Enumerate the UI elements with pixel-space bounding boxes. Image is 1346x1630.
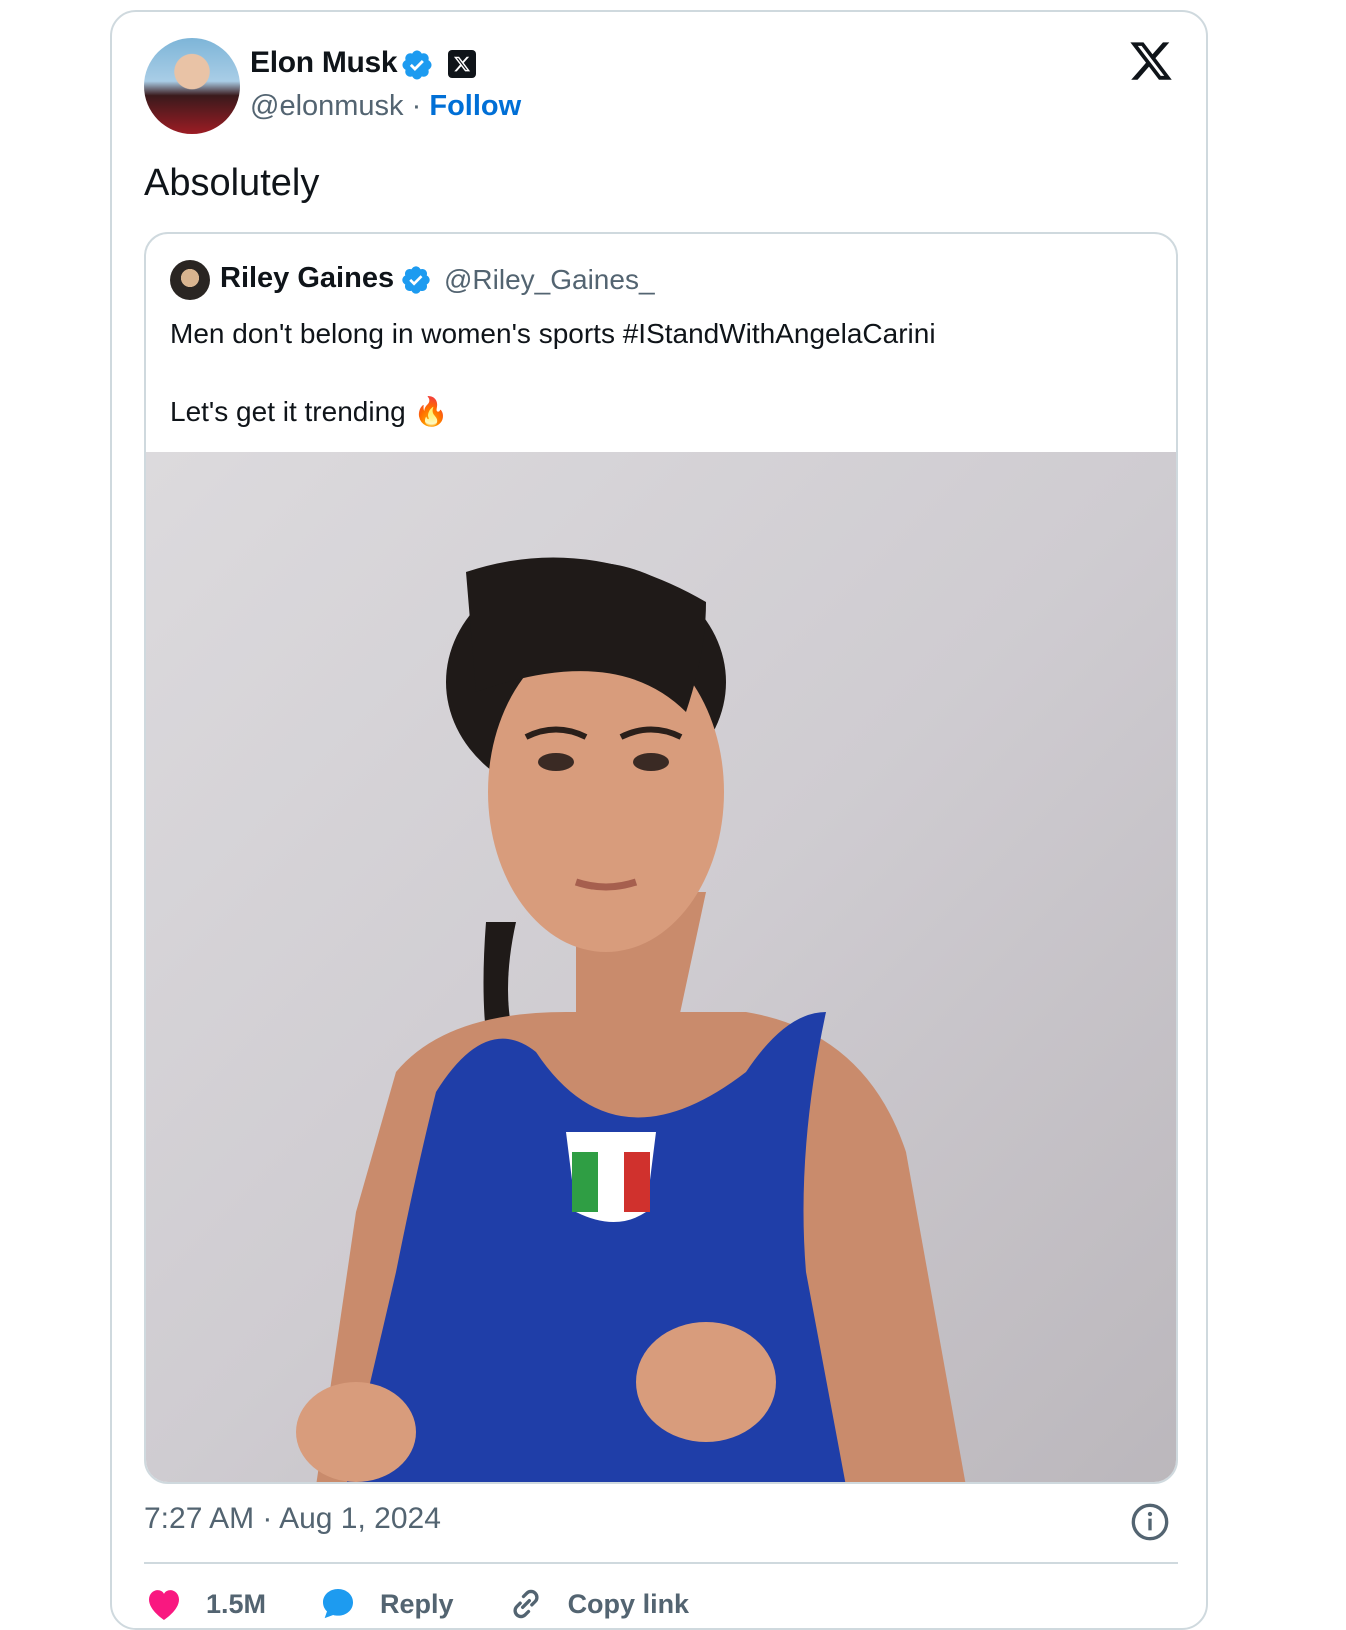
- like-count: 1.5M: [206, 1588, 267, 1619]
- tweet-timestamp[interactable]: 7:27 AM · Aug 1, 2024: [144, 1502, 441, 1536]
- copy-link-label: Copy link: [567, 1588, 690, 1619]
- reply-label: Reply: [380, 1588, 454, 1619]
- tweet-card: Elon Musk @elonmusk · Follow Absolutely …: [110, 10, 1208, 1630]
- follow-button[interactable]: Follow: [429, 90, 521, 122]
- athlete-photo-illustration: [296, 557, 966, 1482]
- quoted-text-line1: Men don't belong in women's sports #ISta…: [170, 318, 936, 349]
- quoted-author-avatar[interactable]: [170, 260, 210, 300]
- quoted-text-line2: Let's get it trending 🔥: [170, 392, 449, 432]
- quoted-text-trending: Let's get it trending: [170, 396, 406, 427]
- x-affiliate-badge-icon: [448, 50, 476, 78]
- author-avatar[interactable]: [144, 38, 240, 134]
- author-handle-row: @elonmusk · Follow: [250, 90, 521, 123]
- quoted-author-name[interactable]: Riley Gaines: [220, 262, 394, 295]
- quoted-author-handle[interactable]: @Riley_Gaines_: [444, 264, 655, 296]
- action-bar: 1.5M Reply Copy link: [144, 1584, 741, 1624]
- divider: [144, 1562, 1178, 1564]
- copy-link-button[interactable]: Copy link: [506, 1584, 690, 1624]
- heart-icon: [149, 1590, 179, 1620]
- like-button[interactable]: 1.5M: [144, 1584, 266, 1624]
- separator: ·: [411, 90, 422, 122]
- verified-badge-icon: [402, 266, 430, 294]
- quoted-tweet[interactable]: Riley Gaines @Riley_Gaines_ Men don't be…: [144, 232, 1178, 1484]
- x-logo-icon[interactable]: [1128, 38, 1174, 84]
- fire-emoji: 🔥: [413, 396, 449, 427]
- link-icon: [513, 1589, 539, 1619]
- reply-bubble-icon: [323, 1589, 354, 1619]
- reply-button[interactable]: Reply: [318, 1584, 454, 1624]
- verified-badge-icon: [402, 50, 432, 80]
- author-name[interactable]: Elon Musk: [250, 46, 398, 80]
- tweet-text: Absolutely: [144, 162, 320, 204]
- info-icon[interactable]: [1130, 1502, 1170, 1542]
- quoted-photo[interactable]: [146, 452, 1176, 1482]
- author-handle[interactable]: @elonmusk: [250, 90, 404, 122]
